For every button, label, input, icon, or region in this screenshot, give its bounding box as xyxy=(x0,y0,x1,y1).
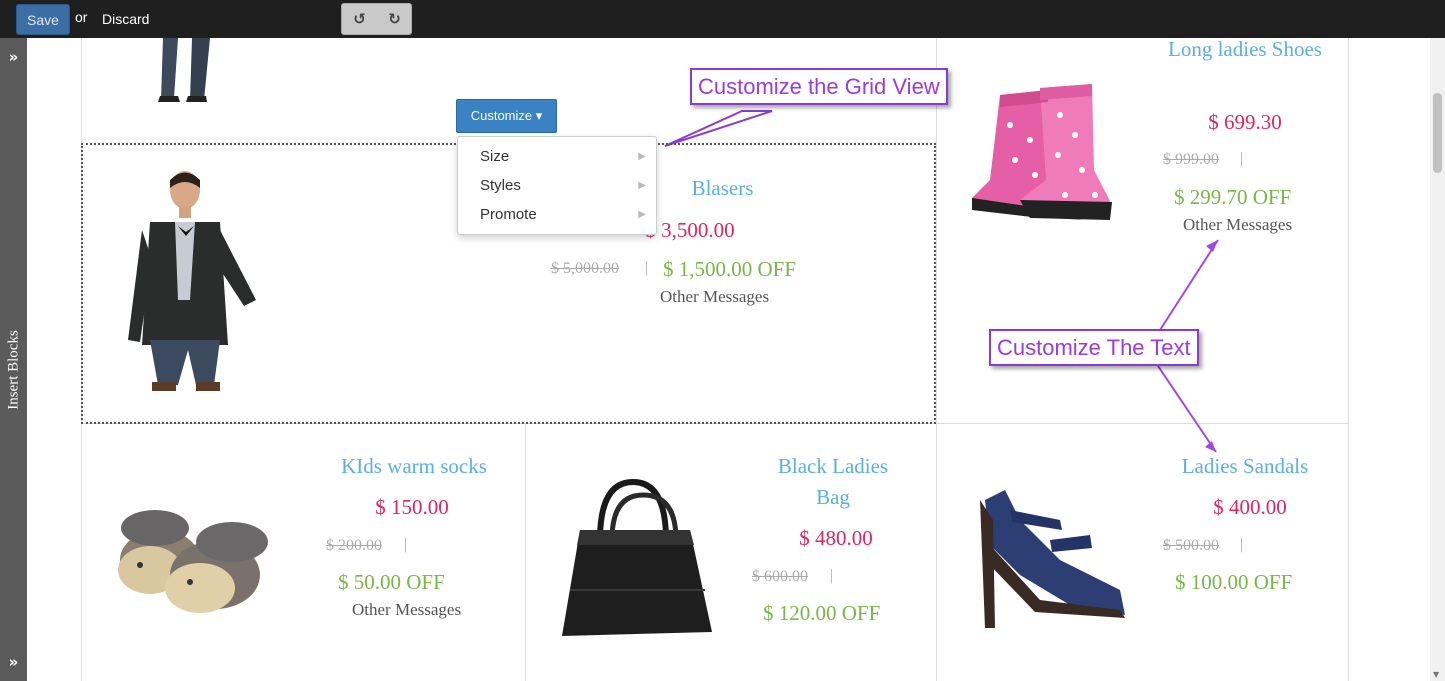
handbag-image xyxy=(562,478,712,636)
scroll-thumb[interactable] xyxy=(1433,93,1442,173)
product-price: $ 480.00 xyxy=(799,526,873,550)
expand-top-icon[interactable]: » xyxy=(0,48,27,66)
sandal-image xyxy=(980,490,1125,628)
product-discount: $ 299.70 OFF xyxy=(1174,185,1292,209)
callout-text: Customize The Text xyxy=(989,329,1199,366)
product-discount: $ 120.00 OFF xyxy=(763,601,881,625)
product-discount: $ 1,500.00 OFF xyxy=(663,257,797,281)
menu-item-promote[interactable]: Promote ▶ xyxy=(458,200,656,229)
menu-item-label: Promote xyxy=(480,206,537,223)
vertical-scrollbar[interactable]: ▼ xyxy=(1430,38,1445,681)
jeans-image xyxy=(158,38,210,102)
product-price: $ 400.00 xyxy=(1213,495,1287,519)
price-separator: | xyxy=(1240,150,1244,167)
undo-redo-group: ↺ ↻ xyxy=(341,3,412,35)
submenu-arrow-icon: ▶ xyxy=(638,151,646,162)
product-old-price: $ 600.00 xyxy=(752,568,808,585)
product-title[interactable]: KIds warm socks xyxy=(320,451,508,482)
callout-grid-view: Customize the Grid View xyxy=(690,68,948,105)
product-message[interactable]: Other Messages xyxy=(352,600,461,620)
customize-dropdown-button[interactable]: Customize ▾ xyxy=(456,99,557,133)
product-discount: $ 100.00 OFF xyxy=(1175,570,1293,594)
undo-icon[interactable]: ↺ xyxy=(342,4,377,34)
product-old-price: $ 500.00 xyxy=(1163,537,1219,554)
or-label: or xyxy=(75,9,88,25)
insert-blocks-label[interactable]: Insert Blocks xyxy=(6,330,23,410)
save-button[interactable]: Save xyxy=(16,4,70,35)
product-old-price: $ 200.00 xyxy=(326,537,382,554)
product-price: $ 150.00 xyxy=(375,495,449,519)
product-discount: $ 50.00 OFF xyxy=(338,570,445,594)
customize-menu: Size ▶ Styles ▶ Promote ▶ xyxy=(457,136,657,235)
submenu-arrow-icon: ▶ xyxy=(638,180,646,191)
redo-icon[interactable]: ↻ xyxy=(377,4,412,34)
product-old-price: $ 5,000.00 xyxy=(551,260,619,277)
price-separator: | xyxy=(1240,536,1244,553)
grid-line xyxy=(525,423,526,681)
price-separator: | xyxy=(645,259,649,276)
price-separator: | xyxy=(404,536,408,553)
menu-item-size[interactable]: Size ▶ xyxy=(458,142,656,171)
product-message[interactable]: Other Messages xyxy=(1183,215,1292,235)
menu-item-label: Styles xyxy=(480,177,521,194)
insert-blocks-sidebar[interactable]: » Insert Blocks » xyxy=(0,38,27,681)
product-title[interactable]: Long ladies Shoes xyxy=(1160,34,1330,65)
menu-item-label: Size xyxy=(480,148,510,165)
menu-item-styles[interactable]: Styles ▶ xyxy=(458,171,656,200)
product-title[interactable]: Blasers xyxy=(640,173,805,204)
product-old-price: $ 999.00 xyxy=(1163,151,1219,168)
grid-line xyxy=(936,423,1348,424)
scroll-down-icon[interactable]: ▼ xyxy=(1433,670,1439,679)
product-price: $ 699.30 xyxy=(1208,110,1282,134)
product-title[interactable]: Ladies Sandals xyxy=(1160,451,1330,482)
socks-image xyxy=(118,510,268,613)
product-title[interactable]: Black Ladies Bag xyxy=(760,451,906,513)
price-separator: | xyxy=(830,567,834,584)
submenu-arrow-icon: ▶ xyxy=(638,209,646,220)
product-message[interactable]: Other Messages xyxy=(660,287,769,307)
grid-line xyxy=(936,38,937,681)
expand-bottom-icon[interactable]: » xyxy=(0,653,27,671)
pink-boots-image xyxy=(972,84,1112,220)
grid-line xyxy=(1348,38,1349,681)
discard-link[interactable]: Discard xyxy=(102,11,149,27)
editor-toolbar: Save or Discard ↺ ↻ xyxy=(0,0,1445,38)
